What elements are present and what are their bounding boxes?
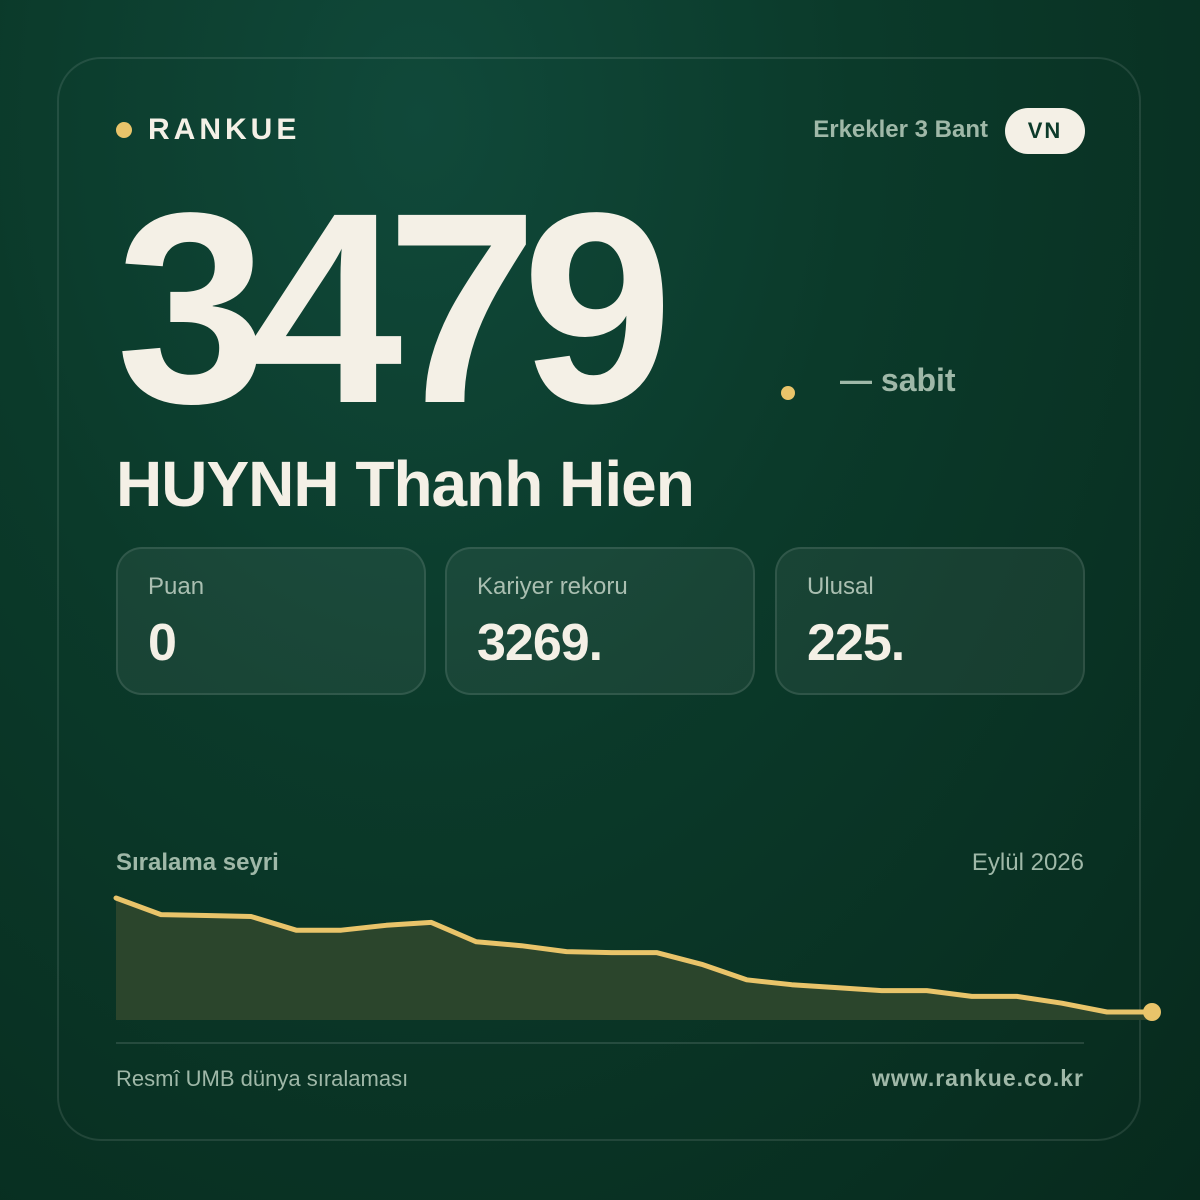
source-label: Resmî UMB dünya sıralaması	[116, 1066, 409, 1091]
chart-current-point	[1143, 1003, 1161, 1021]
footer-divider	[116, 1042, 1084, 1044]
rank-history-chart	[113, 895, 1161, 1021]
chart-layer	[113, 895, 1161, 1021]
chart-area-fill	[116, 898, 1152, 1020]
website-link[interactable]: www.rankue.co.kr	[872, 1065, 1084, 1092]
